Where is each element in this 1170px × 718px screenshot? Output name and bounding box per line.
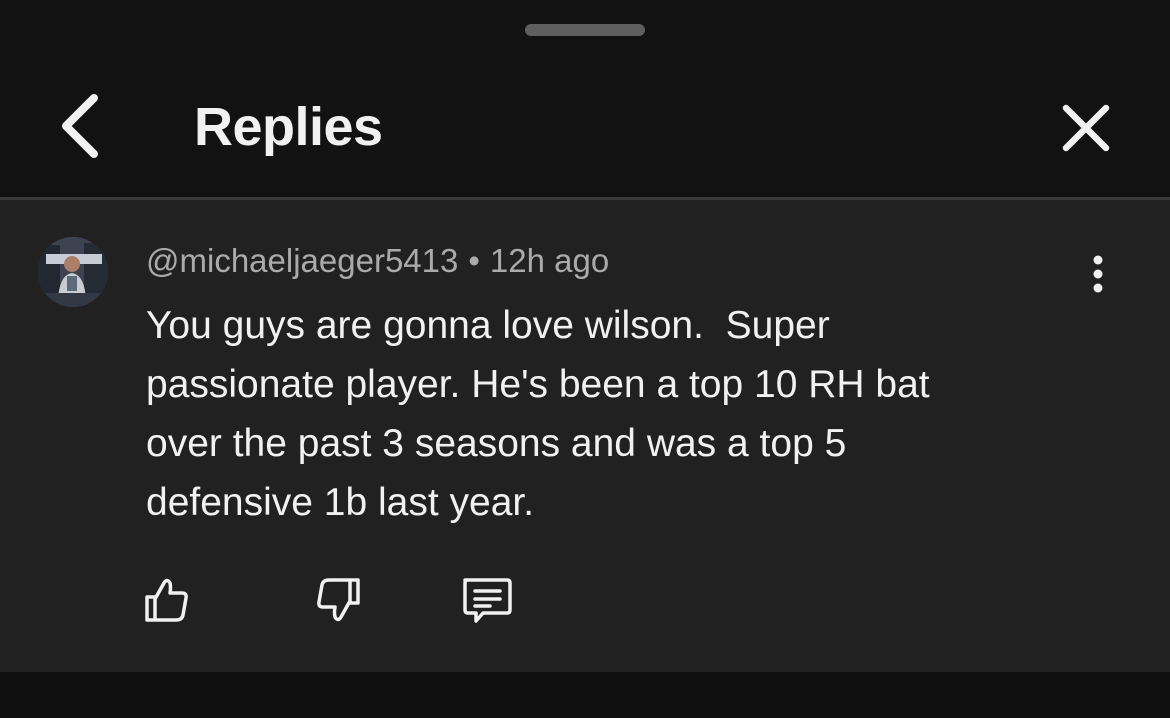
timestamp: 12h ago [489,242,610,279]
bottom-strip [0,672,1170,718]
like-button[interactable] [137,570,197,630]
chevron-left-icon [62,94,98,158]
comment-icon [463,578,512,623]
back-button[interactable] [50,90,110,162]
close-icon [1062,104,1110,152]
replies-header: Replies [0,0,1170,200]
close-button[interactable] [1054,96,1118,160]
comment-meta: @michaeljaeger5413 • 12h ago [146,242,609,280]
author-name[interactable]: @michaeljaeger5413 [146,242,458,279]
dislike-button[interactable] [308,570,368,630]
user-avatar [38,237,108,307]
drag-handle[interactable] [525,24,645,36]
more-vertical-icon [1093,255,1103,293]
avatar[interactable] [38,237,108,307]
page-title: Replies [194,97,383,157]
meta-separator: • [468,242,480,279]
thumbs-up-icon [145,578,188,622]
comment-text: You guys are gonna love wilson. Super pa… [146,304,930,524]
thumbs-down-icon [317,578,360,622]
comment-actions [0,570,1170,630]
replies-screen: Replies @michaeljaeger5413 • 12h ago You… [0,0,1170,718]
comment-card: @michaeljaeger5413 • 12h ago You guys are … [0,200,1170,672]
replies-sheet: Replies @michaeljaeger5413 • 12h ago You… [0,0,1170,718]
reply-button[interactable] [455,570,515,630]
more-options-button[interactable] [1078,252,1118,296]
